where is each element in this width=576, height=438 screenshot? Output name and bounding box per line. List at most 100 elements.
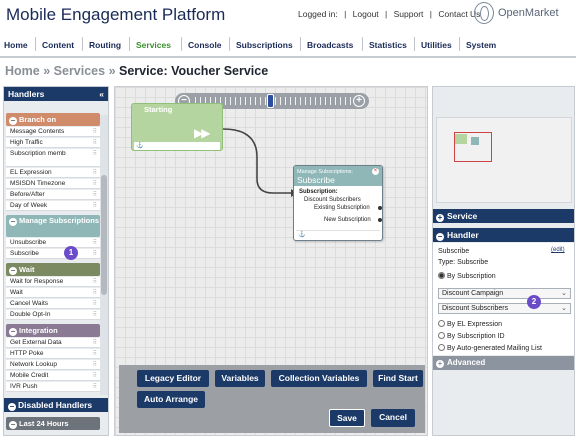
chevron-down-icon: ⌄: [561, 305, 567, 312]
workflow-canvas[interactable]: − + Starting ▶▶ ⚓ Manage Subscriptions: …: [114, 86, 428, 436]
handlers-scrollbar[interactable]: [100, 115, 108, 395]
edit-link[interactable]: (edit): [551, 247, 565, 253]
main-nav: Home Content Routing Services Console Su…: [0, 36, 576, 54]
handler-section-header[interactable]: − Handler: [433, 228, 574, 242]
support-link[interactable]: Support: [394, 9, 424, 19]
breadcrumb-sep: »: [108, 64, 116, 78]
handler-el-expression[interactable]: EL Expression ⠿: [6, 168, 100, 178]
handler-message-contents[interactable]: Message Contents ⠿: [6, 127, 100, 137]
drag-grip-icon[interactable]: ⠿: [93, 360, 97, 370]
radio-icon: [438, 332, 445, 339]
breadcrumb-services[interactable]: Services: [54, 64, 105, 78]
drag-grip-icon[interactable]: ⠿: [93, 190, 97, 200]
handler-wait[interactable]: Wait ⠿: [6, 288, 100, 298]
handler-day-of-week[interactable]: Day of Week ⠿: [6, 201, 100, 211]
nav-divider: [181, 37, 182, 51]
nav-content[interactable]: Content: [42, 40, 74, 50]
drag-grip-icon[interactable]: ⠿: [93, 149, 97, 159]
drag-grip-icon[interactable]: ⠿: [93, 201, 97, 211]
handler-cancel-waits[interactable]: Cancel Waits ⠿: [6, 299, 100, 309]
nav-statistics[interactable]: Statistics: [369, 40, 407, 50]
nav-home[interactable]: Home: [4, 40, 28, 50]
node-settings-icon[interactable]: ⚓: [136, 142, 143, 149]
service-section-header[interactable]: + Service: [433, 209, 574, 223]
logout-link[interactable]: Logout: [353, 9, 379, 19]
drag-grip-icon[interactable]: ⠿: [93, 238, 97, 248]
group-manage-subscriptions[interactable]: − Manage Subscriptions: [6, 215, 100, 237]
output-port[interactable]: [378, 206, 382, 210]
group-integration[interactable]: − Integration: [6, 324, 100, 337]
cancel-button[interactable]: Cancel: [371, 409, 415, 427]
drag-grip-icon[interactable]: ⠿: [93, 277, 97, 287]
drag-grip-icon[interactable]: ⠿: [93, 338, 97, 348]
drag-grip-icon[interactable]: ⠿: [93, 168, 97, 178]
canvas-overview-map[interactable]: [436, 117, 572, 203]
variables-button[interactable]: Variables: [215, 370, 265, 387]
nav-services[interactable]: Services: [136, 40, 171, 50]
handler-row-filler: ⠿: [66, 149, 100, 167]
radio-selected-icon: [438, 272, 445, 279]
by-subscription-radio[interactable]: By Subscription: [438, 272, 496, 280]
handler-msisdn-timezone[interactable]: MSISDN Timezone ⠿: [6, 179, 100, 189]
nav-system[interactable]: System: [466, 40, 496, 50]
drag-grip-icon[interactable]: ⠿: [93, 349, 97, 359]
by-el-expression-radio[interactable]: By EL Expression: [438, 320, 502, 328]
node-settings-icon[interactable]: ⚓: [298, 231, 305, 238]
subscription-select[interactable]: Discount Subscribers ⌄: [438, 303, 571, 314]
drag-grip-icon[interactable]: ⠿: [93, 127, 97, 137]
start-node[interactable]: Starting ▶▶ ⚓: [131, 103, 223, 151]
handler-high-traffic[interactable]: High Traffic ⠿: [6, 138, 100, 148]
close-icon[interactable]: ×: [372, 168, 379, 175]
handler-ivr-push[interactable]: IVR Push ⠿: [6, 382, 100, 392]
drag-grip-icon[interactable]: ⠿: [93, 179, 97, 189]
group-label: Last 24 Hours: [19, 419, 69, 428]
drag-grip-icon[interactable]: ⠿: [93, 371, 97, 381]
overview-viewport-frame[interactable]: [454, 132, 492, 162]
collection-variables-button[interactable]: Collection Variables: [271, 370, 367, 387]
output-port[interactable]: [378, 218, 382, 222]
nav-subscriptions[interactable]: Subscriptions: [236, 40, 293, 50]
subscribe-node[interactable]: Manage Subscriptions: Subscribe × Subscr…: [293, 165, 383, 241]
advanced-section-header[interactable]: + Advanced: [433, 356, 574, 370]
handler-wait-for-response[interactable]: Wait for Response ⠿: [6, 277, 100, 287]
handler-get-external-data[interactable]: Get External Data ⠿: [6, 338, 100, 348]
collapse-icon[interactable]: «: [99, 87, 104, 101]
handler-before-after[interactable]: Before/After ⠿: [6, 190, 100, 200]
group-branch-on[interactable]: − Branch on: [6, 113, 100, 126]
handler-subscribe[interactable]: Subscribe ⠿: [6, 249, 100, 259]
handler-http-poke[interactable]: HTTP Poke ⠿: [6, 349, 100, 359]
handler-mobile-credit[interactable]: Mobile Credit ⠿: [6, 371, 100, 381]
drag-grip-icon[interactable]: ⠿: [93, 310, 97, 320]
nav-console[interactable]: Console: [188, 40, 222, 50]
disabled-handlers-header[interactable]: − Disabled Handlers: [4, 398, 108, 412]
handler-double-opt-in[interactable]: Double Opt-In ⠿: [6, 310, 100, 320]
by-subscription-id-radio[interactable]: By Subscription ID: [438, 332, 505, 340]
group-last-24-hours[interactable]: − Last 24 Hours: [6, 417, 100, 430]
expand-plus-icon: +: [436, 213, 444, 222]
drag-grip-icon[interactable]: ⠿: [93, 299, 97, 309]
by-auto-mailing-list-radio[interactable]: By Auto-generated Mailing List: [438, 344, 542, 352]
drag-grip-icon[interactable]: ⠿: [93, 138, 97, 148]
breadcrumb: Home » Services » Service: Voucher Servi…: [5, 64, 268, 78]
breadcrumb-home[interactable]: Home: [5, 64, 40, 78]
group-wait[interactable]: − Wait: [6, 263, 100, 276]
drag-grip-icon[interactable]: ⠿: [93, 382, 97, 392]
save-button[interactable]: Save: [329, 409, 365, 427]
drag-grip-icon[interactable]: ⠿: [93, 288, 97, 298]
handlers-panel: Handlers « − Branch on Message Contents ⠿ …: [3, 86, 109, 436]
service-title: Service: [447, 211, 478, 221]
find-start-button[interactable]: Find Start: [373, 370, 423, 387]
handler-title: Handler: [447, 230, 479, 240]
auto-arrange-button[interactable]: Auto Arrange: [137, 391, 205, 408]
scrollbar-thumb[interactable]: [101, 175, 107, 295]
handler-subscription-membership[interactable]: Subscription membership: [6, 149, 83, 167]
handler-network-lookup[interactable]: Network Lookup ⠿: [6, 360, 100, 370]
legacy-editor-button[interactable]: Legacy Editor: [137, 370, 209, 387]
handler-unsubscribe[interactable]: Unsubscribe ⠿: [6, 238, 100, 248]
nav-utilities[interactable]: Utilities: [421, 40, 452, 50]
nav-broadcasts[interactable]: Broadcasts: [307, 40, 353, 50]
nav-routing[interactable]: Routing: [89, 40, 121, 50]
drag-grip-icon[interactable]: ⠿: [93, 249, 97, 259]
campaign-select[interactable]: Discount Campaign ⌄: [438, 288, 571, 299]
node-subscription-label: Subscription:: [299, 189, 338, 195]
